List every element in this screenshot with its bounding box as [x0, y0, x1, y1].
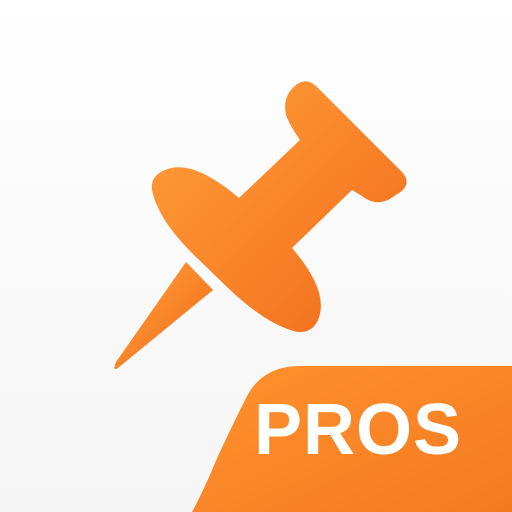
pros-badge-label: PROS: [253, 390, 462, 470]
app-icon: PROS: [0, 0, 512, 512]
